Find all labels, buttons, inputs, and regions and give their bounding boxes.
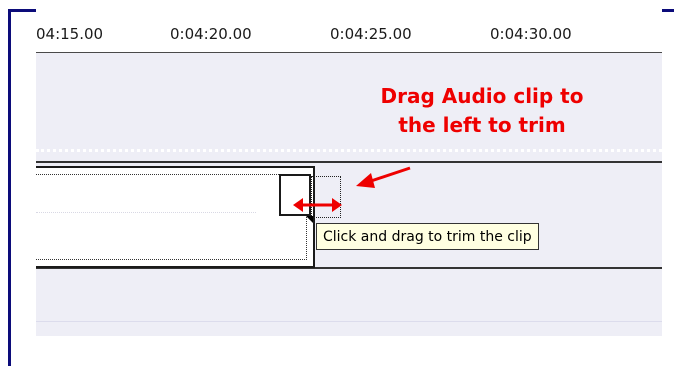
annotation-line-2: the left to trim bbox=[398, 113, 566, 137]
annotation-overlay bbox=[293, 166, 411, 212]
annotation-line-1: Drag Audio clip to bbox=[380, 84, 584, 108]
trim-tooltip: Click and drag to trim the clip bbox=[316, 223, 539, 250]
annotation-callout: Drag Audio clip to the left to trim bbox=[352, 82, 612, 140]
arrow-icon bbox=[356, 166, 411, 188]
double-arrow-horizontal-icon bbox=[293, 198, 342, 212]
